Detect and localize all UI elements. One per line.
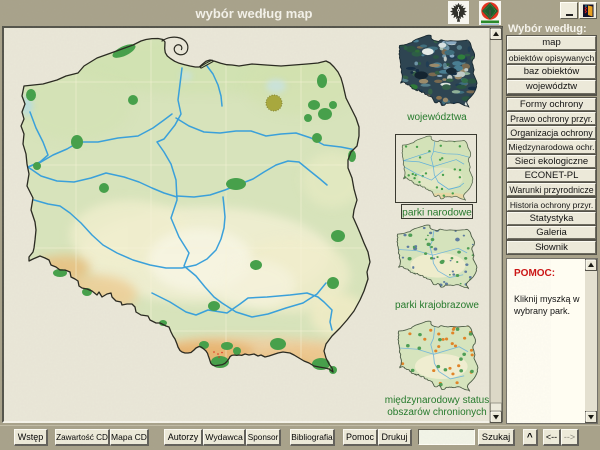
svg-text:obszarów chronionych: obszarów chronionych: [387, 407, 487, 418]
svg-text:parki narodowe: parki narodowe: [402, 208, 472, 219]
svg-text:międzynarodowy status: międzynarodowy status: [385, 395, 490, 406]
svg-text:województwa: województwa: [406, 112, 467, 123]
svg-text:parki krajobrazowe: parki krajobrazowe: [395, 300, 479, 311]
